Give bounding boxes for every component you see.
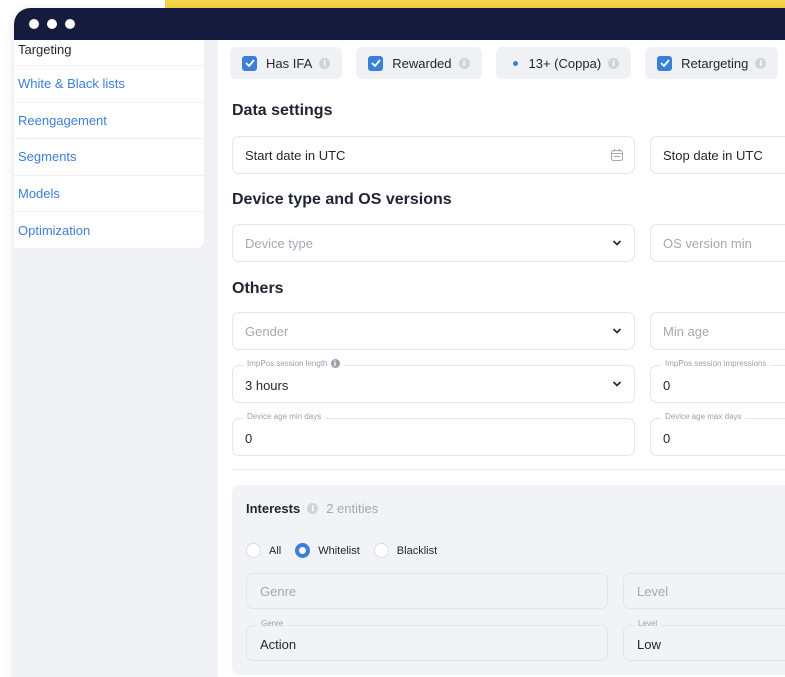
sidebar-item-label: Optimization — [18, 222, 91, 238]
main-panel: Has IFA i Rewarded i 13+ (Coppa) i Retar… — [218, 40, 785, 677]
sidebar-item-reengagement[interactable]: Reengagement — [14, 103, 204, 139]
stop-date-text: Stop date in UTC — [663, 147, 763, 163]
chevron-down-icon — [612, 381, 622, 387]
start-date-input[interactable]: Start date in UTC — [232, 136, 635, 174]
radio-all-label: All — [269, 544, 282, 557]
min-age-input[interactable]: Min age — [650, 312, 785, 350]
genre-placeholder: Genre — [260, 583, 297, 599]
retargeting-checkbox[interactable]: Retargeting i — [645, 47, 779, 79]
interests-header: Interests i 2 entities — [246, 501, 378, 516]
radio-whitelist[interactable]: Whitelist — [295, 543, 360, 558]
data-settings-title: Data settings — [232, 102, 333, 119]
level-entry-value: Low — [637, 637, 661, 652]
interests-title: Interests — [246, 501, 301, 516]
level-select[interactable]: Level — [623, 573, 785, 609]
info-icon[interactable]: i — [319, 57, 331, 69]
interests-count: 2 entities — [326, 501, 379, 516]
sidebar-item-label: Targeting — [18, 42, 72, 57]
gender-select[interactable]: Gender — [232, 312, 635, 350]
device-age-max-input[interactable]: Device age max days 0 — [650, 412, 785, 456]
level-entry-field[interactable]: Level Low — [623, 619, 785, 661]
calendar-icon[interactable] — [610, 148, 624, 165]
has-ifa-label: Has IFA — [266, 55, 313, 71]
coppa-checkbox[interactable]: 13+ (Coppa) i — [495, 47, 632, 79]
min-age-placeholder: Min age — [663, 323, 710, 339]
rewarded-checkbox[interactable]: Rewarded i — [356, 47, 482, 79]
level-entry-label: Level — [634, 619, 662, 628]
radio-unchecked-icon — [246, 543, 261, 558]
session-length-label: ImpPos session length i — [243, 359, 344, 368]
device-age-max-label: Device age max days — [661, 412, 746, 421]
checkbox-indeterminate-icon — [512, 60, 518, 66]
others-section-title: Others — [232, 280, 284, 297]
has-ifa-checkbox[interactable]: Has IFA i — [230, 47, 343, 79]
interests-mode-radios: All Whitelist Blacklist — [246, 543, 451, 558]
interests-panel: Interests i 2 entities All Whitelist Bla… — [232, 485, 785, 675]
info-icon[interactable]: i — [307, 503, 319, 514]
sidebar-item-white-black-lists[interactable]: White & Black lists — [14, 66, 204, 103]
window-dot-icon[interactable] — [47, 19, 57, 29]
radio-whitelist-label: Whitelist — [318, 544, 360, 557]
device-type-select[interactable]: Device type — [232, 224, 635, 262]
os-version-min-placeholder: OS version min — [663, 235, 752, 251]
retargeting-label: Retargeting — [681, 55, 749, 71]
genre-entry-label: Genre — [257, 619, 288, 628]
sidebar-item-label: White & Black lists — [18, 76, 125, 92]
chevron-down-icon — [612, 240, 622, 246]
start-date-text: Start date in UTC — [245, 147, 346, 163]
checkbox-checked-icon — [368, 55, 384, 71]
window-dot-icon[interactable] — [29, 19, 39, 29]
radio-unchecked-icon — [373, 543, 389, 558]
radio-checked-icon — [295, 543, 311, 558]
stop-date-input[interactable]: Stop date in UTC — [650, 136, 785, 174]
genre-select[interactable]: Genre — [246, 573, 608, 609]
device-age-max-value: 0 — [663, 431, 671, 446]
device-section-title: Device type and OS versions — [232, 191, 452, 208]
flag-checkboxes: Has IFA i Rewarded i 13+ (Coppa) i Retar… — [230, 47, 779, 79]
session-impressions-label: ImpPos session impressions — [661, 359, 771, 368]
genre-entry-value: Action — [260, 637, 297, 652]
info-icon[interactable]: i — [330, 359, 340, 368]
session-impressions-input[interactable]: ImpPos session impressions 0 — [650, 359, 785, 403]
sidebar-item-label: Segments — [18, 149, 77, 165]
coppa-label: 13+ (Coppa) — [528, 55, 602, 71]
window-dot-icon[interactable] — [65, 19, 75, 29]
checkbox-checked-icon — [242, 55, 257, 71]
device-age-min-value: 0 — [245, 431, 253, 446]
info-icon[interactable]: i — [755, 57, 767, 69]
sidebar-item-label: Models — [18, 185, 60, 201]
info-icon[interactable]: i — [608, 57, 620, 69]
sidebar: Targeting White & Black lists Reengageme… — [14, 40, 204, 248]
sidebar-item-segments[interactable]: Segments — [14, 139, 204, 176]
sidebar-item-models[interactable]: Models — [14, 176, 204, 212]
chevron-down-icon — [612, 328, 622, 334]
session-impressions-value: 0 — [663, 378, 671, 393]
device-age-min-input[interactable]: Device age min days 0 — [232, 412, 635, 456]
rewarded-label: Rewarded — [392, 55, 452, 71]
sidebar-item-label: Reengagement — [18, 112, 107, 128]
radio-blacklist[interactable]: Blacklist — [373, 543, 438, 558]
sidebar-item-targeting[interactable]: Targeting — [14, 40, 204, 66]
device-type-placeholder: Device type — [245, 235, 313, 251]
radio-blacklist-label: Blacklist — [396, 544, 438, 557]
genre-entry-field[interactable]: Genre Action — [246, 619, 608, 661]
session-length-value: 3 hours — [245, 378, 289, 393]
checkbox-checked-icon — [657, 55, 673, 71]
title-bar — [14, 8, 785, 40]
info-icon[interactable]: i — [458, 57, 470, 69]
app-window: Targeting White & Black lists Reengageme… — [14, 8, 785, 677]
gender-placeholder: Gender — [245, 323, 289, 339]
sidebar-item-optimization[interactable]: Optimization — [14, 212, 204, 249]
radio-all[interactable]: All — [246, 543, 281, 558]
os-version-min-select[interactable]: OS version min — [650, 224, 785, 262]
divider — [232, 469, 785, 470]
device-age-min-label: Device age min days — [243, 412, 326, 421]
session-length-select[interactable]: ImpPos session length i 3 hours — [232, 359, 635, 403]
level-placeholder: Level — [637, 583, 669, 599]
session-length-label-text: ImpPos session length — [247, 359, 328, 368]
